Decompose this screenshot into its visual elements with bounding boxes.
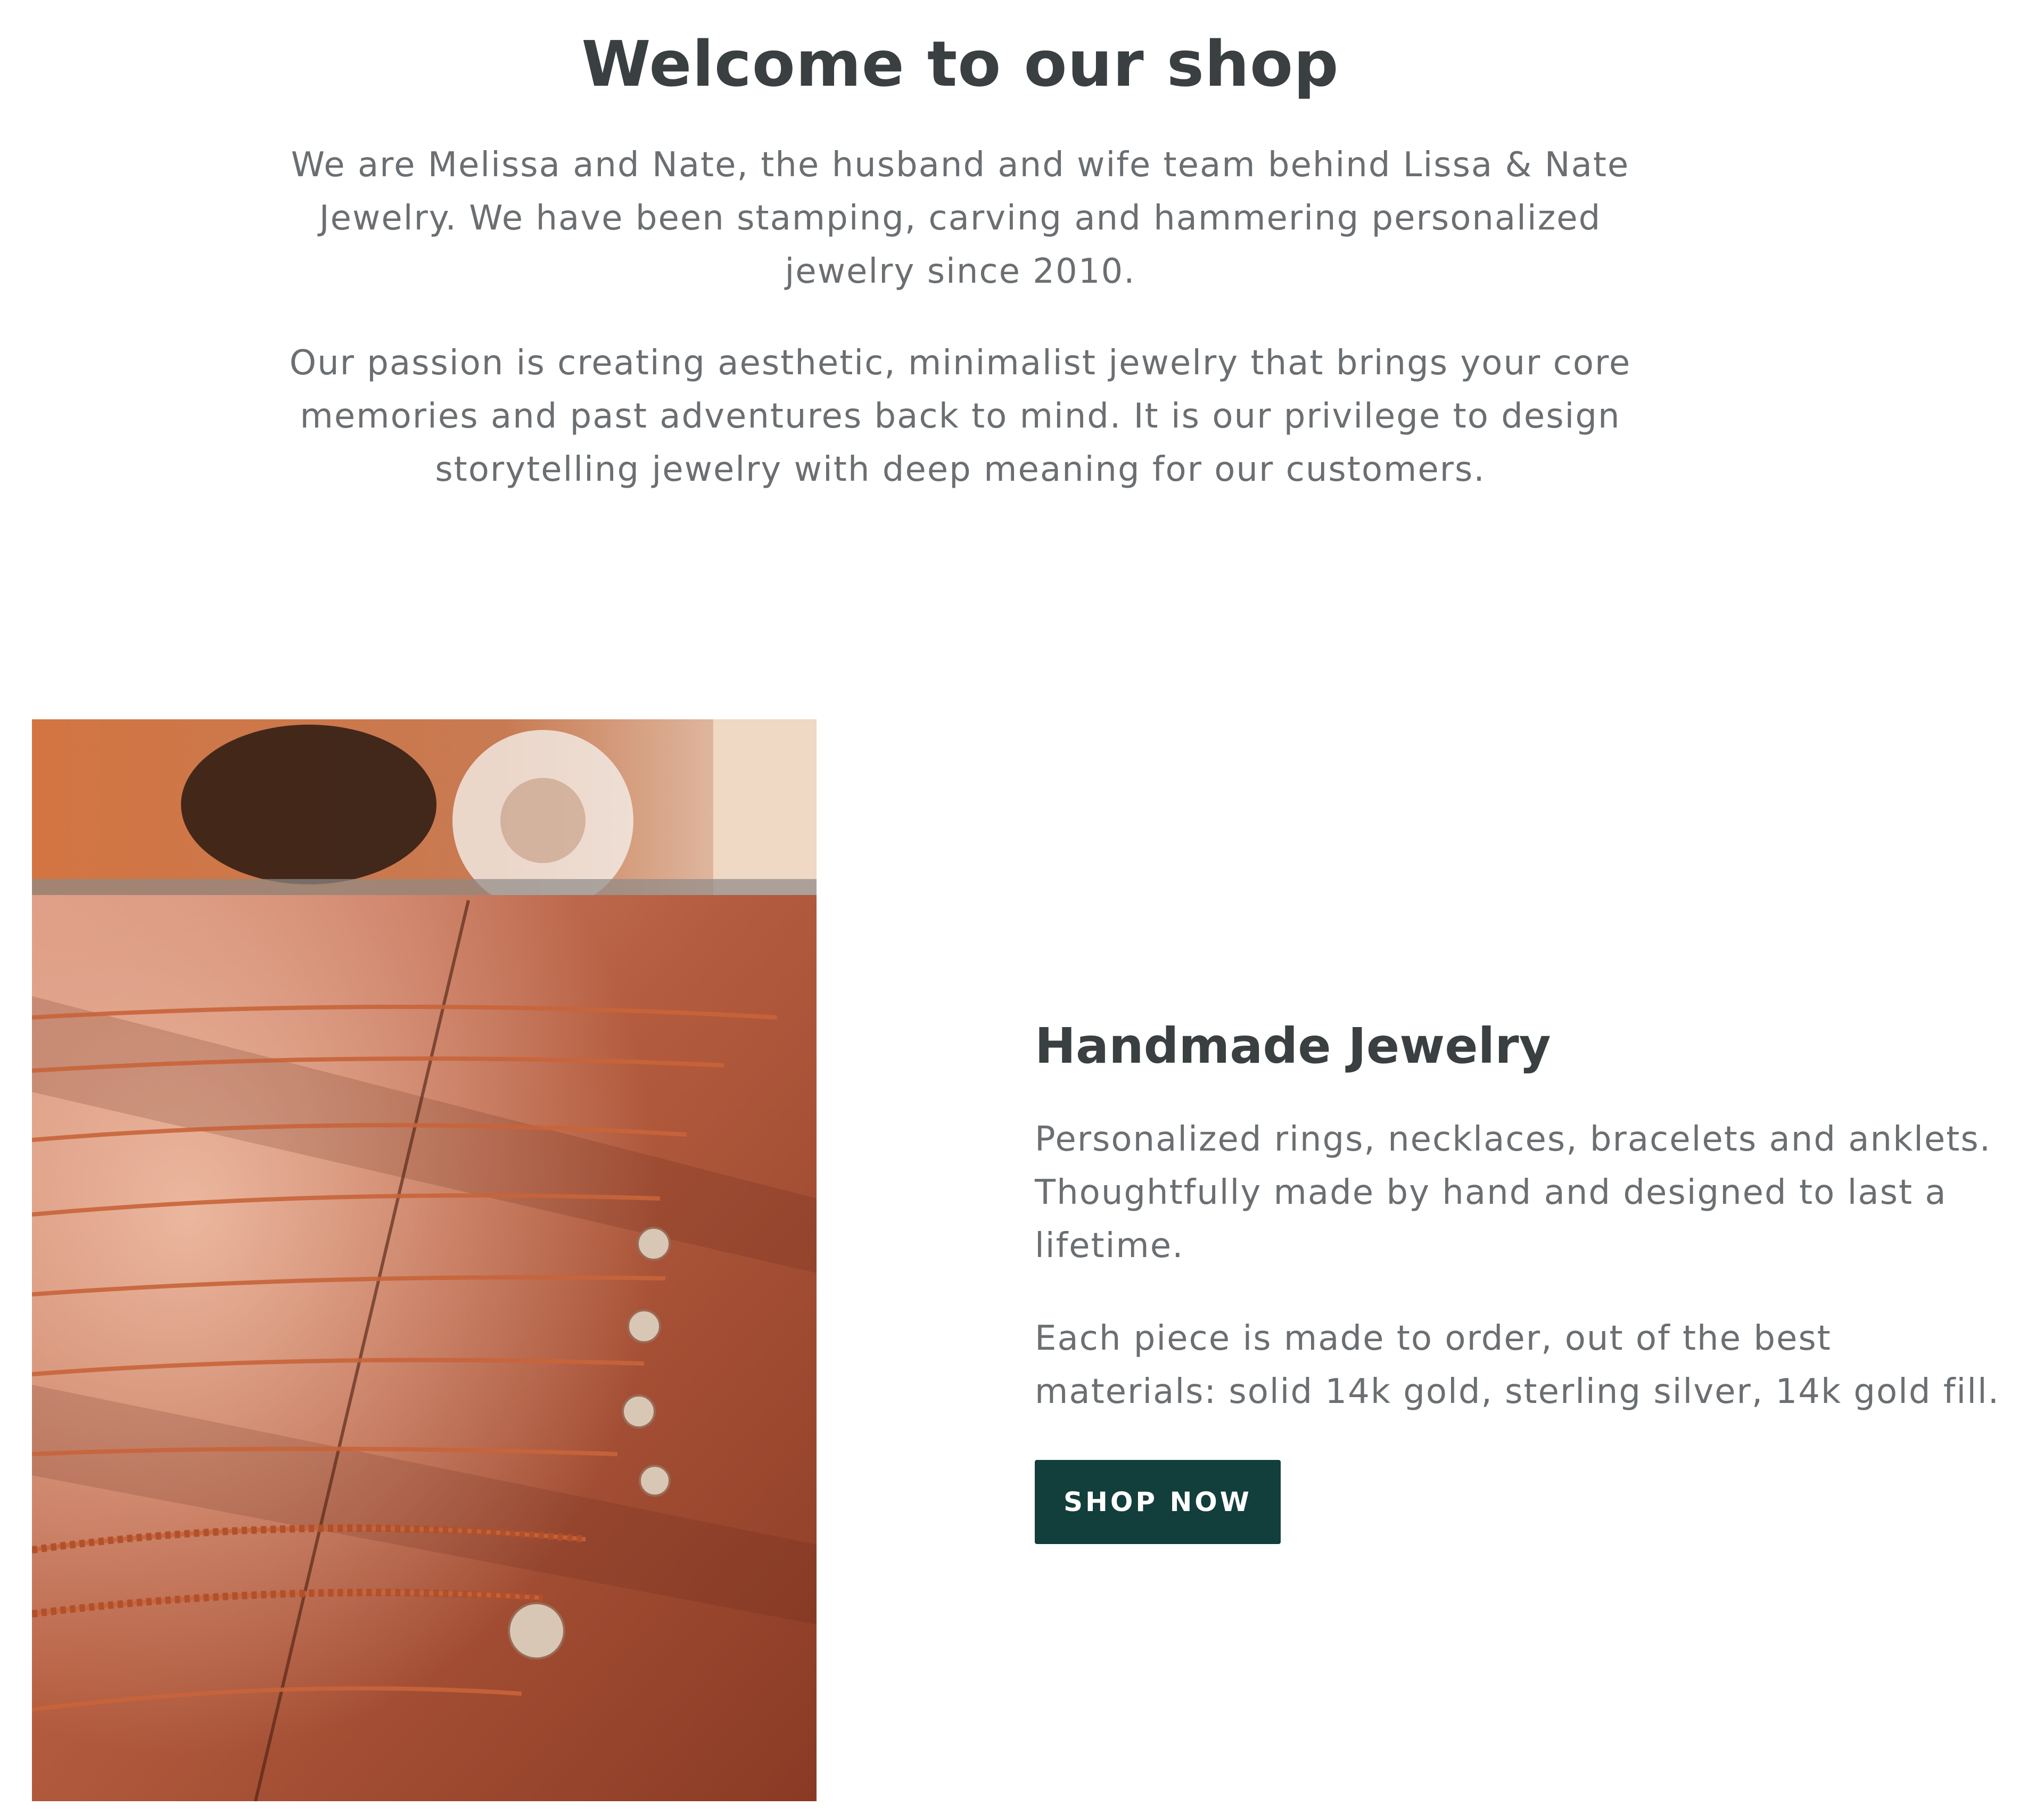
page-title: Welcome to our shop <box>581 27 1339 101</box>
jewelry-photo <box>32 719 817 1801</box>
intro-paragraph-2: Our passion is creating aesthetic, minim… <box>289 343 1631 489</box>
feature-paragraph-1: Personalized rings, necklaces, bracelets… <box>1035 1120 1992 1266</box>
feature-paragraph-2: Each piece is made to order, out of the … <box>1035 1319 2000 1411</box>
shop-now-button[interactable]: SHOP NOW <box>1035 1460 1281 1544</box>
feature-section: Handmade Jewelry Personalized rings, nec… <box>1035 1006 2020 1544</box>
intro-paragraph-1: We are Melissa and Nate, the husband and… <box>291 145 1630 291</box>
feature-heading: Handmade Jewelry <box>1035 1017 1551 1074</box>
